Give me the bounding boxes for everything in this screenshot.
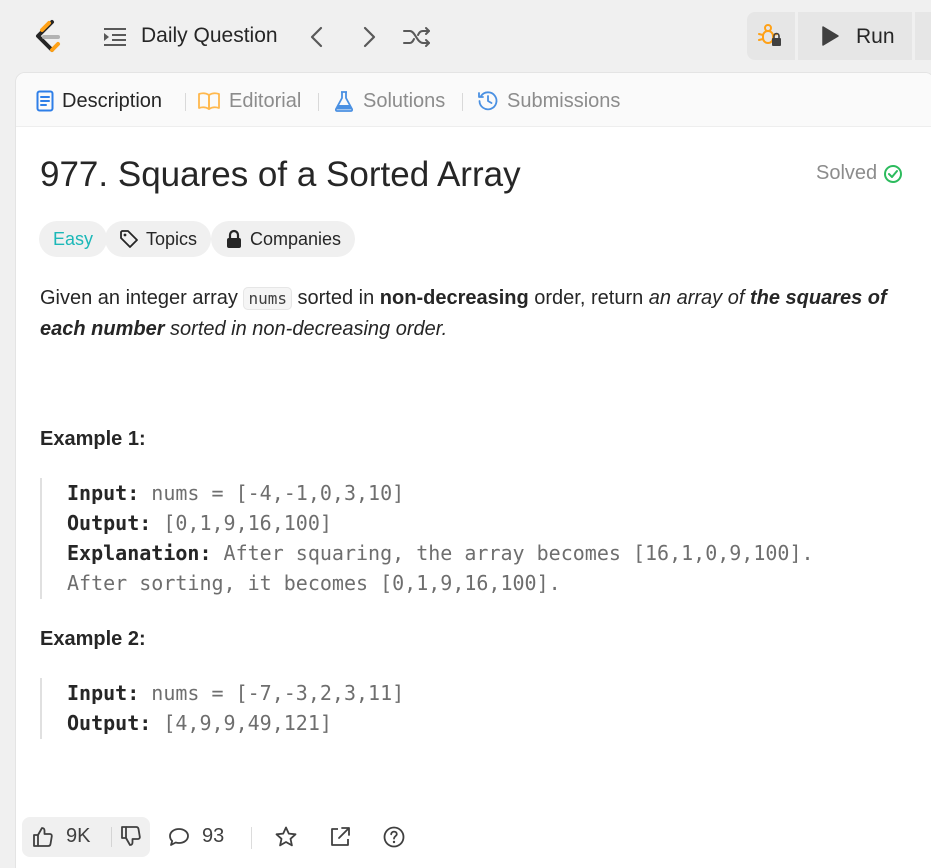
history-icon (478, 91, 498, 111)
bottom-divider (251, 827, 252, 849)
inline-code: nums (243, 287, 292, 310)
book-icon (198, 92, 220, 110)
tab-separator (318, 93, 319, 111)
comment-icon (169, 827, 189, 846)
share-external-icon[interactable] (328, 825, 352, 849)
help-circle-icon[interactable] (382, 825, 406, 849)
problem-title[interactable]: 977. Squares of a Sorted Array (40, 155, 521, 195)
desc-bold: non-decreasing (379, 287, 529, 309)
tab-editorial-label: Editorial (229, 89, 302, 112)
example-explanation-cont: After sorting, it becomes [0,1,9,16,100]… (67, 571, 561, 595)
output-label: Output: (67, 711, 152, 735)
example-1-heading: Example 1: (40, 428, 146, 450)
submit-button-edge[interactable] (915, 12, 931, 60)
chevron-right-icon[interactable] (358, 24, 380, 50)
tab-description-label: Description (62, 89, 163, 112)
desc-italic: sorted in non-decreasing order. (164, 318, 448, 340)
check-circle-icon (884, 164, 903, 183)
tab-separator (462, 93, 463, 111)
panel-tabs: Description Editorial Solutions Submissi… (16, 73, 931, 127)
like-count: 9K (66, 825, 91, 847)
example-1-block: Input: nums = [-4,-1,0,3,10] Output: [0,… (40, 478, 814, 599)
example-input: nums = [-4,-1,0,3,10] (151, 481, 405, 505)
example-input: nums = [-7,-3,2,3,11] (151, 681, 405, 705)
example-output: [4,9,9,49,121] (163, 711, 332, 735)
solved-label: Solved (816, 162, 878, 184)
problem-description: Given an integer array nums sorted in no… (40, 283, 910, 345)
lock-icon (227, 229, 241, 248)
bottom-action-bar: 9K 93 (16, 813, 931, 863)
input-label: Input: (67, 681, 140, 705)
star-icon[interactable] (274, 825, 298, 849)
like-dislike-group: 9K (22, 817, 150, 857)
desc-text: order, return (528, 287, 649, 309)
leetcode-logo-icon[interactable] (30, 18, 66, 54)
topics-chip[interactable]: Topics (105, 221, 212, 257)
tag-icon (120, 230, 138, 248)
document-icon (36, 90, 54, 112)
comments-button[interactable]: 93 (168, 825, 224, 848)
dislike-button[interactable] (120, 825, 142, 852)
daily-question-link[interactable]: Daily Question (141, 24, 278, 48)
shuffle-icon[interactable] (402, 24, 432, 50)
like-button[interactable]: 9K (32, 825, 90, 848)
explanation-label: Explanation: (67, 541, 212, 565)
problem-panel: Description Editorial Solutions Submissi… (15, 72, 931, 868)
tab-editorial[interactable]: Editorial (197, 87, 301, 115)
desc-text: Given an integer array (40, 287, 244, 309)
debug-button[interactable] (747, 12, 795, 60)
tab-submissions-label: Submissions (507, 89, 621, 112)
top-navbar: Daily Question Run (0, 0, 931, 72)
run-button[interactable]: Run (798, 12, 912, 60)
difficulty-badge[interactable]: Easy (39, 221, 108, 257)
input-label: Input: (67, 481, 140, 505)
bug-lock-icon (758, 24, 781, 46)
flask-icon (334, 91, 354, 112)
problem-list-icon[interactable] (103, 26, 127, 48)
example-2-block: Input: nums = [-7,-3,2,3,11] Output: [4,… (40, 678, 404, 739)
companies-label: Companies (250, 228, 342, 249)
tab-description[interactable]: Description (36, 87, 162, 115)
output-label: Output: (67, 511, 152, 535)
run-label: Run (856, 25, 895, 48)
example-explanation: After squaring, the array becomes [16,1,… (223, 541, 814, 565)
topics-label: Topics (146, 228, 198, 249)
play-icon (822, 26, 839, 46)
tab-solutions-label: Solutions (363, 89, 446, 112)
comment-count: 93 (202, 825, 225, 847)
example-2-heading: Example 2: (40, 628, 146, 650)
like-divider (111, 827, 112, 847)
example-output: [0,1,9,16,100] (163, 511, 332, 535)
thumbs-down-icon (121, 826, 141, 846)
tab-separator (185, 93, 186, 111)
solved-status: Solved (816, 162, 903, 185)
tab-solutions[interactable]: Solutions (333, 87, 445, 115)
thumbs-up-icon (33, 826, 53, 847)
desc-italic: an array of (648, 287, 750, 309)
chevron-left-icon[interactable] (306, 24, 328, 50)
companies-chip[interactable]: Companies (211, 221, 356, 257)
tab-submissions[interactable]: Submissions (477, 87, 620, 115)
desc-text: sorted in (291, 287, 380, 309)
